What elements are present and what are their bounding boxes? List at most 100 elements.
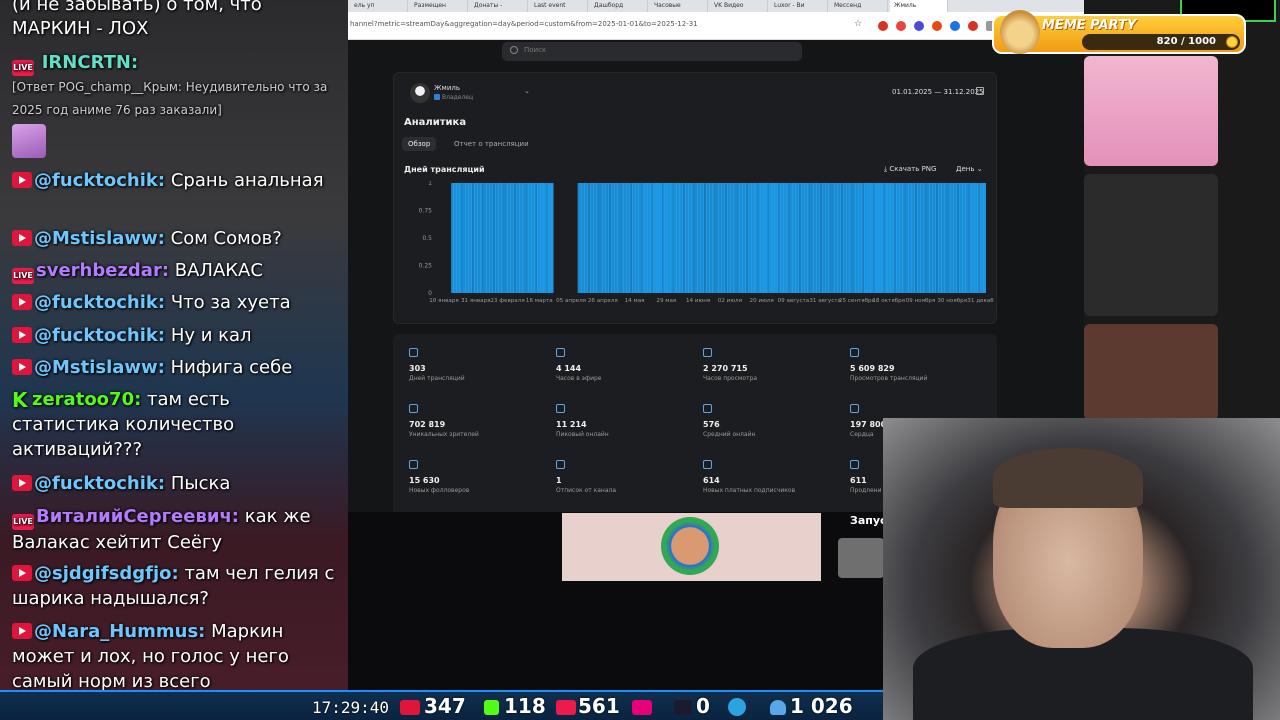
bar — [863, 183, 866, 293]
extension-icon[interactable] — [932, 21, 942, 31]
bar — [624, 183, 626, 293]
stat-icon — [850, 404, 859, 413]
bar — [835, 183, 837, 293]
stat-card: 11 214 Пиковый онлайн — [556, 404, 696, 439]
stat-icon — [409, 404, 418, 413]
bar — [744, 183, 747, 293]
bar — [552, 183, 554, 293]
youtube-icon — [12, 230, 32, 246]
x-tick-label: 16 марта — [526, 298, 553, 304]
bar — [454, 183, 456, 293]
bar — [654, 183, 656, 293]
browser-tab[interactable]: Мессенд — [830, 0, 888, 12]
bar — [824, 183, 827, 293]
bar — [472, 183, 474, 293]
bar — [876, 183, 878, 293]
y-tick-label: 0 — [428, 290, 432, 297]
bar — [499, 183, 501, 293]
extension-icon[interactable] — [968, 21, 978, 31]
extension-icon[interactable] — [914, 21, 924, 31]
bar — [793, 183, 795, 293]
address-bar[interactable]: hannel?metric=streamDay&aggregation=day&… — [348, 12, 1084, 40]
channel-name[interactable]: Жмиль — [434, 84, 460, 92]
bar — [895, 183, 898, 293]
bar — [542, 183, 545, 293]
browser-tab[interactable]: ель уп — [350, 0, 408, 12]
bar — [625, 183, 628, 293]
period-select[interactable]: День ⌄ — [956, 165, 983, 173]
bar — [686, 183, 688, 293]
bar — [930, 183, 932, 293]
avatar[interactable] — [410, 83, 430, 103]
stat-card: 1 Отписок от канала — [556, 460, 696, 495]
bar — [716, 183, 718, 293]
bar — [505, 183, 507, 293]
bar — [579, 183, 581, 293]
bar — [603, 183, 605, 293]
bar — [585, 183, 587, 293]
bar — [523, 183, 525, 293]
calendar-icon[interactable] — [976, 87, 984, 95]
browser-tab[interactable]: Дашборд — [590, 0, 648, 12]
bar — [606, 183, 608, 293]
extension-icon[interactable] — [950, 21, 960, 31]
bar — [755, 183, 757, 293]
x-tick-label: 31 августа — [809, 298, 841, 304]
tab-overview[interactable]: Обзор — [402, 137, 437, 151]
bar — [455, 183, 458, 293]
bar — [591, 183, 593, 293]
browser-tab[interactable]: Донаты - — [470, 0, 528, 12]
bar — [906, 183, 908, 293]
download-png-button[interactable]: ⤓ Скачать PNG — [884, 165, 936, 174]
youtube-viewers: 347 — [424, 694, 466, 718]
browser-tab[interactable]: Размещен — [410, 0, 468, 12]
bar — [475, 183, 477, 293]
bar — [921, 183, 923, 293]
bar — [907, 183, 910, 293]
search-input[interactable]: Поиск — [502, 42, 802, 61]
chat-user: @fucktochik: — [34, 170, 166, 191]
bar — [672, 183, 675, 293]
chat-message: Kzeratoo70: там есть статистика количест… — [12, 387, 342, 462]
bar — [891, 183, 893, 293]
stat-value: 702 819 — [409, 420, 446, 429]
bar — [924, 183, 926, 293]
bar — [710, 183, 712, 293]
browser-tab-active[interactable]: Жмиль — [890, 0, 948, 12]
extension-icon[interactable] — [878, 21, 888, 31]
bar — [936, 183, 938, 293]
url-text[interactable]: hannel?metric=streamDay&aggregation=day&… — [350, 20, 698, 28]
bar — [966, 183, 968, 293]
bar — [756, 183, 759, 293]
browser-tab[interactable]: Luxor - Ви — [770, 0, 828, 12]
bar — [681, 183, 684, 293]
browser-tab[interactable]: VK Видео — [710, 0, 768, 12]
chevron-down-icon[interactable]: ⌄ — [524, 87, 530, 95]
clock: 17:29:40 — [312, 698, 390, 717]
date-range[interactable]: 01.01.2025 — 31.12.2025 — [892, 88, 984, 96]
role-label: Владелец — [442, 94, 474, 101]
bar — [960, 183, 962, 293]
bar — [847, 183, 849, 293]
thumbnail — [838, 538, 884, 578]
bar — [915, 183, 917, 293]
bar — [752, 183, 754, 293]
bar — [488, 183, 491, 293]
bar — [776, 183, 779, 293]
bar — [788, 183, 791, 293]
bar — [642, 183, 644, 293]
extension-icon[interactable] — [896, 21, 906, 31]
bar — [469, 183, 471, 293]
youtube-icon — [12, 327, 32, 343]
bar — [871, 183, 873, 293]
meme-party-widget: MEME PARTY 820 / 1000 — [992, 10, 1246, 54]
bar — [684, 183, 687, 293]
browser-tab[interactable]: Часовые — [650, 0, 708, 12]
chat-message: @Mstislaww: Сом Сомов? — [12, 226, 342, 251]
bar — [705, 183, 708, 293]
star-icon[interactable]: ☆ — [854, 19, 864, 29]
browser-tab[interactable]: Last event — [530, 0, 588, 12]
tab-stream-report[interactable]: Отчет о трансляции — [454, 140, 529, 148]
bar — [975, 183, 977, 293]
bar — [586, 183, 589, 293]
